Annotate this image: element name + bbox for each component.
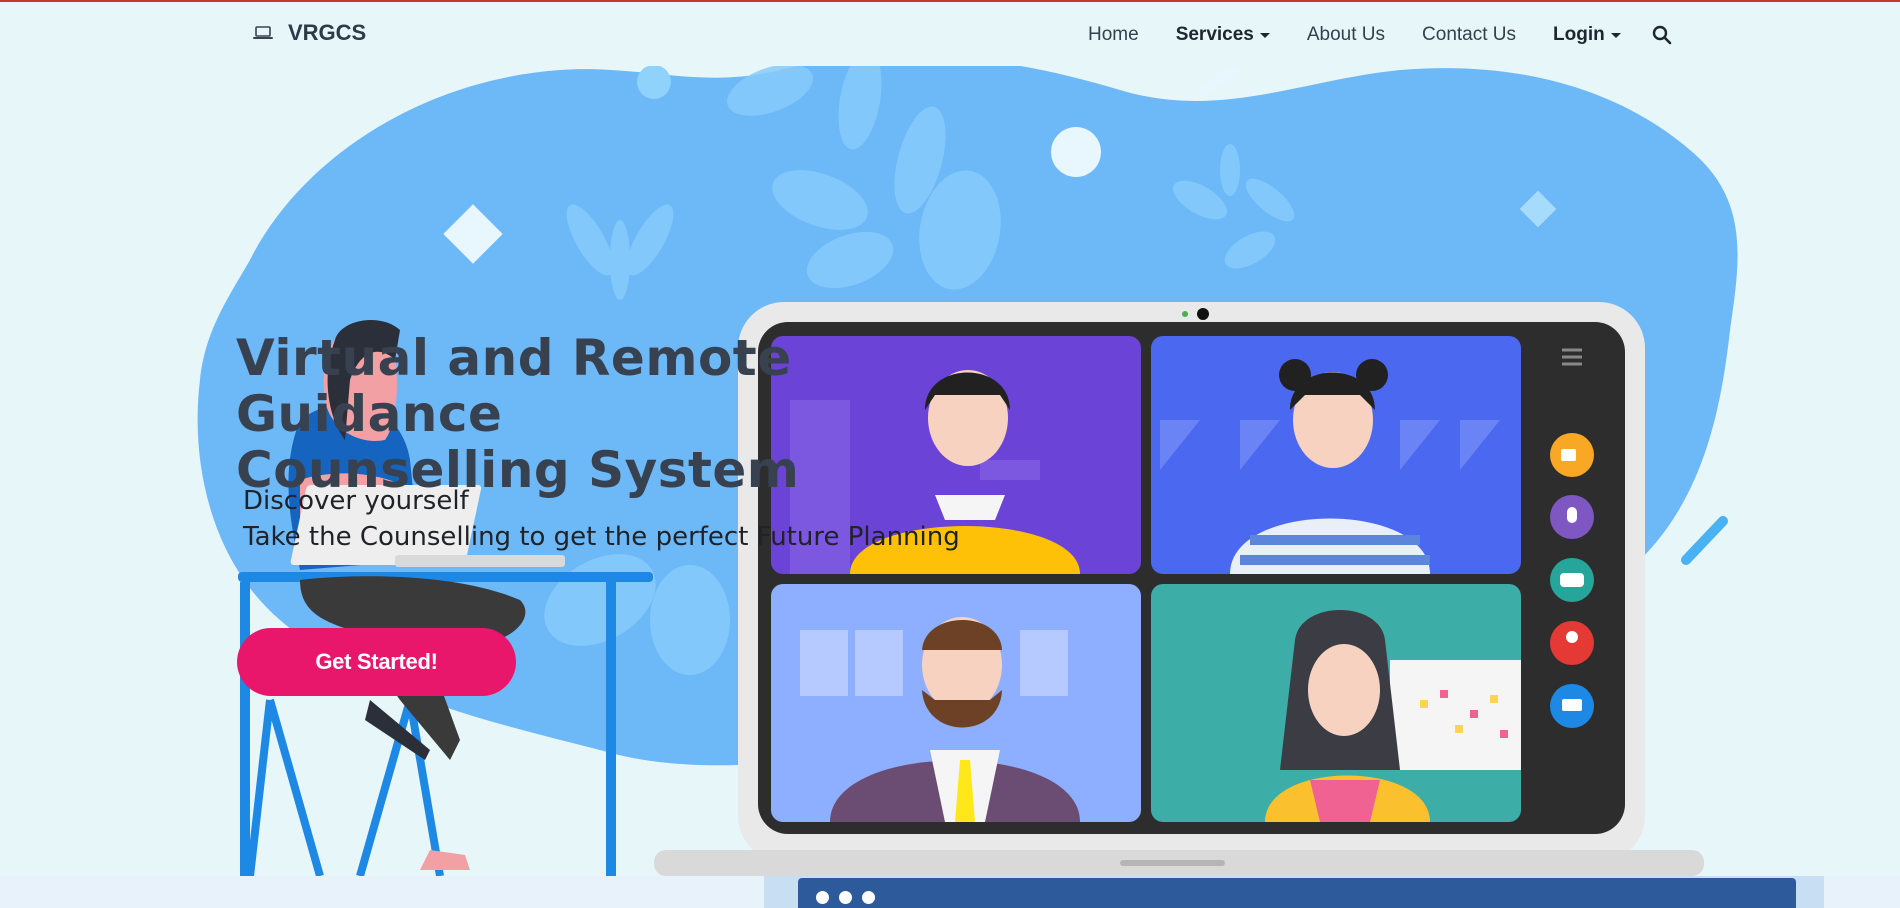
nav-about[interactable]: About Us <box>1307 24 1385 46</box>
hero-subtitle-line2: Take the Counselling to get the perfect … <box>243 522 960 552</box>
nav-menu: Home Services About Us Contact Us Login <box>1088 24 1672 46</box>
nav-contact[interactable]: Contact Us <box>1422 24 1516 46</box>
window-dot <box>862 891 875 904</box>
window-dot <box>839 891 852 904</box>
window-dot <box>816 891 829 904</box>
nav-services-label: Services <box>1175 24 1254 45</box>
nav-login[interactable]: Login <box>1553 24 1621 46</box>
brand-name: VRGCS <box>288 20 367 45</box>
chevron-down-icon <box>1610 32 1621 38</box>
hero-subtitle-line1: Discover yourself <box>243 486 469 516</box>
get-started-button[interactable]: Get Started! <box>237 628 516 696</box>
laptop-icon <box>253 26 273 39</box>
hero-title: Virtual and Remote Guidance Counselling … <box>236 330 1056 498</box>
hero-title-line1: Virtual and Remote Guidance <box>236 329 792 443</box>
chevron-down-icon <box>1259 32 1270 38</box>
hero-subtitle: Discover yourself Take the Counselling t… <box>243 483 960 555</box>
brand[interactable]: VRGCS <box>252 20 366 46</box>
nav-login-label: Login <box>1553 24 1605 45</box>
browser-window-bar <box>798 878 1796 908</box>
search-icon[interactable] <box>1652 25 1672 45</box>
nav-home[interactable]: Home <box>1088 24 1139 46</box>
navbar: VRGCS Home Services About Us Contact Us … <box>0 2 1900 66</box>
nav-services[interactable]: Services <box>1176 24 1270 46</box>
